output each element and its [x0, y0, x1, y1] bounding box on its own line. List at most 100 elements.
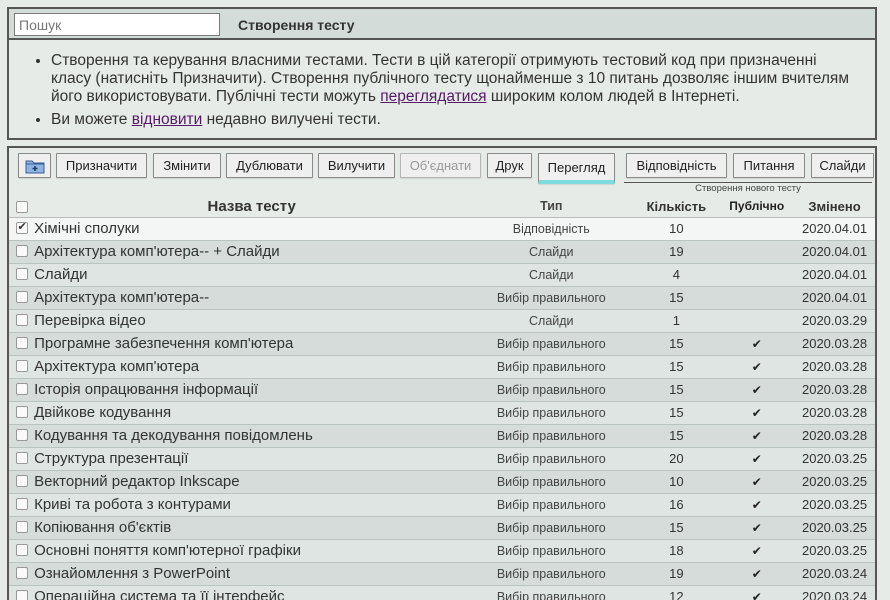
- test-type: Вибір правильного: [469, 539, 634, 563]
- public-check-icon: ✔: [719, 539, 795, 563]
- table-row[interactable]: Архітектура комп'ютера Вибір правильного 1…: [9, 355, 875, 379]
- row-checkbox[interactable]: [15, 245, 28, 258]
- table-row[interactable]: Структура презентації Вибір правильного 20…: [9, 447, 875, 471]
- table-row[interactable]: Двійкове кодування Вибір правильного 15 ✔ 20…: [9, 401, 875, 425]
- edit-button[interactable]: Змінити: [153, 153, 221, 178]
- test-name[interactable]: Ознайомлення з PowerPoint: [34, 562, 470, 586]
- test-name[interactable]: Хімічні сполуки: [34, 217, 470, 241]
- row-checkbox[interactable]: [15, 475, 28, 488]
- row-checkbox[interactable]: [15, 220, 28, 235]
- test-type: Вибір правильного: [469, 585, 634, 600]
- question-count: 4: [633, 263, 720, 287]
- row-checkbox[interactable]: [15, 291, 28, 304]
- public-check-icon: ✔: [719, 378, 795, 402]
- table-row[interactable]: Програмне забезпечення комп'ютера Вибір п…: [9, 332, 875, 356]
- test-name[interactable]: Програмне забезпечення комп'ютера: [34, 332, 470, 356]
- table-row[interactable]: Кодування та декодування повідомлень Вибі…: [9, 424, 875, 448]
- row-checkbox-cell: [9, 263, 35, 287]
- test-name[interactable]: Архітектура комп'ютера-- + Слайди: [34, 240, 470, 264]
- column-header-count[interactable]: Кількість: [633, 196, 720, 218]
- table-row[interactable]: Векторний редактор Inkscape Вибір правиль…: [9, 470, 875, 494]
- new-questions-button[interactable]: Питання: [733, 153, 805, 178]
- row-checkbox[interactable]: [15, 383, 28, 396]
- delete-button[interactable]: Вилучити: [318, 153, 395, 178]
- test-type: Вибір правильного: [469, 470, 634, 494]
- row-checkbox[interactable]: [15, 314, 28, 327]
- merge-button[interactable]: Об'єднати: [400, 153, 481, 178]
- row-checkbox[interactable]: [15, 590, 28, 600]
- new-matching-button[interactable]: Відповідність: [626, 153, 727, 178]
- new-folder-button[interactable]: [18, 153, 51, 178]
- modified-date: 2020.03.25: [794, 447, 875, 471]
- row-checkbox-cell: [9, 332, 35, 356]
- search-input[interactable]: [14, 13, 220, 36]
- test-name[interactable]: Історія опрацювання інформації: [34, 378, 470, 402]
- public-check-icon: [719, 240, 795, 264]
- row-checkbox[interactable]: [15, 567, 28, 580]
- question-count: 15: [633, 286, 720, 310]
- table-header-row: Назва тесту Тип Кількість Публічно Зміне…: [9, 196, 875, 218]
- test-name[interactable]: Копіювання об'єктів: [34, 516, 470, 540]
- table-row[interactable]: Архітектура комп'ютера-- Вибір правильног…: [9, 286, 875, 310]
- assign-button[interactable]: Призначити: [56, 153, 147, 178]
- table-row[interactable]: Архітектура комп'ютера-- + Слайди Слайди 1…: [9, 240, 875, 264]
- public-check-icon: ✔: [719, 424, 795, 448]
- table-row[interactable]: Слайди Слайди 4 2020.04.01: [9, 263, 875, 287]
- test-name[interactable]: Архітектура комп'ютера: [34, 355, 470, 379]
- row-checkbox[interactable]: [15, 521, 28, 534]
- row-checkbox-cell: [9, 355, 35, 379]
- tests-table: Назва тесту Тип Кількість Публічно Зміне…: [9, 196, 875, 600]
- print-button[interactable]: Друк: [487, 153, 532, 178]
- page-title: Створення тесту: [238, 17, 355, 33]
- select-all-cell: [9, 196, 35, 218]
- column-header-modified[interactable]: Змінено: [794, 196, 875, 218]
- row-checkbox[interactable]: [15, 268, 28, 281]
- row-checkbox[interactable]: [15, 452, 28, 465]
- row-checkbox[interactable]: [15, 406, 28, 419]
- table-row[interactable]: Перевірка відео Слайди 1 2020.03.29: [9, 309, 875, 333]
- test-name[interactable]: Векторний редактор Inkscape: [34, 470, 470, 494]
- row-checkbox-cell: [9, 240, 35, 264]
- table-row[interactable]: Хімічні сполукиВідповідність10 2020.04.01: [9, 217, 875, 241]
- column-header-type[interactable]: Тип: [469, 196, 634, 218]
- table-row[interactable]: Копіювання об'єктів Вибір правильного 15 ✔ 2…: [9, 516, 875, 540]
- test-name[interactable]: Слайди: [34, 263, 470, 287]
- question-count: 10: [633, 217, 720, 241]
- row-checkbox[interactable]: [15, 498, 28, 511]
- column-header-name[interactable]: Назва тесту: [34, 196, 470, 218]
- test-name[interactable]: Основні поняття комп'ютерної графіки: [34, 539, 470, 563]
- test-name[interactable]: Перевірка відео: [34, 309, 470, 333]
- public-check-icon: ✔: [719, 470, 795, 494]
- test-name[interactable]: Криві та робота з контурами: [34, 493, 470, 517]
- preview-button[interactable]: Перегляд: [538, 153, 615, 184]
- table-row[interactable]: Основні поняття комп'ютерної графіки Вибі…: [9, 539, 875, 563]
- question-count: 19: [633, 240, 720, 264]
- test-name[interactable]: Архітектура комп'ютера--: [34, 286, 470, 310]
- column-header-public[interactable]: Публічно: [719, 196, 795, 218]
- table-row[interactable]: Історія опрацювання інформації Вибір прав…: [9, 378, 875, 402]
- row-checkbox-cell: [9, 516, 35, 540]
- modified-date: 2020.03.29: [794, 309, 875, 333]
- new-slides-button[interactable]: Слайди: [811, 153, 874, 178]
- row-checkbox[interactable]: [15, 429, 28, 442]
- restore-link[interactable]: відновити: [132, 111, 203, 128]
- duplicate-button[interactable]: Дублювати: [226, 153, 313, 178]
- question-count: 15: [633, 424, 720, 448]
- public-view-link[interactable]: переглядатися: [380, 88, 486, 105]
- test-name[interactable]: Двійкове кодування: [34, 401, 470, 425]
- table-row[interactable]: Ознайомлення з PowerPoint Вибір правильно…: [9, 562, 875, 586]
- row-checkbox[interactable]: [15, 360, 28, 373]
- table-row[interactable]: Криві та робота з контурами Вибір правиль…: [9, 493, 875, 517]
- modified-date: 2020.04.01: [794, 263, 875, 287]
- test-type: Вибір правильного: [469, 493, 634, 517]
- table-row[interactable]: Операційна система та її інтерфейс Вибір …: [9, 585, 875, 600]
- select-all-checkbox[interactable]: [15, 201, 28, 214]
- public-check-icon: ✔: [719, 332, 795, 356]
- row-checkbox[interactable]: [15, 337, 28, 350]
- test-type: Вибір правильного: [469, 286, 634, 310]
- test-type: Вибір правильного: [469, 562, 634, 586]
- test-name[interactable]: Операційна система та її інтерфейс: [34, 585, 470, 600]
- row-checkbox[interactable]: [15, 544, 28, 557]
- test-name[interactable]: Структура презентації: [34, 447, 470, 471]
- test-name[interactable]: Кодування та декодування повідомлень: [34, 424, 470, 448]
